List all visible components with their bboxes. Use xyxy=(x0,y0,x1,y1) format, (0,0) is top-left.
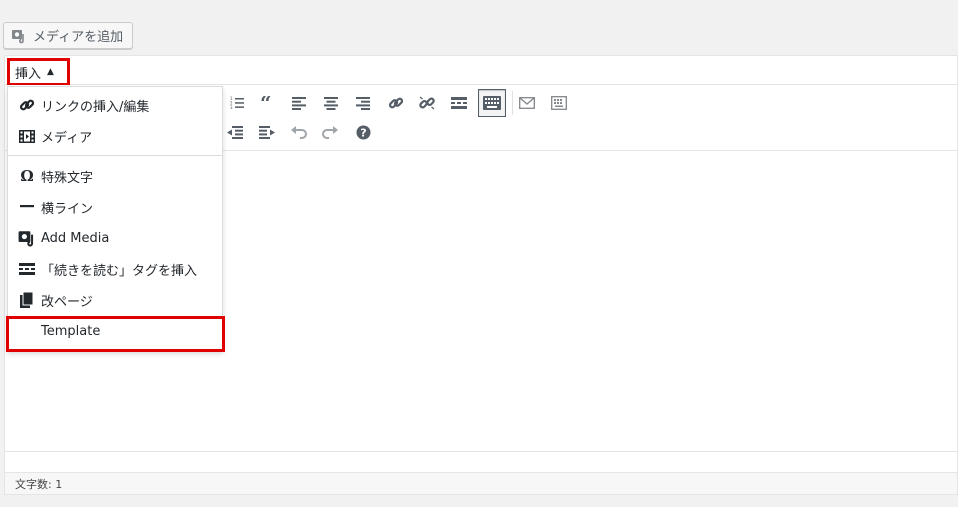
menu-item-label: 特殊文字 xyxy=(41,170,94,186)
insert-dropdown-menu: リンクの挿入/編集 メディア Ω 特殊文字 横ライン Add Media 「続き… xyxy=(7,86,223,351)
caret-up-icon: ▲ xyxy=(47,67,54,77)
menu-item-label: 改ページ xyxy=(41,294,93,310)
template-highlight-box xyxy=(6,316,225,352)
menu-item-special-char[interactable]: Ω 特殊文字 xyxy=(8,162,222,190)
link-icon xyxy=(17,97,37,113)
editor-content-bottom xyxy=(5,451,957,452)
menu-separator xyxy=(8,155,222,156)
menu-item-add-media[interactable]: Add Media xyxy=(8,224,222,252)
add-media-label: メディアを追加 xyxy=(33,30,124,45)
menu-item-read-more[interactable]: 「続きを読む」タグを挿入 xyxy=(8,255,222,283)
toolbar-toggle-icon[interactable] xyxy=(478,89,506,117)
horizontal-line-icon xyxy=(17,205,37,209)
redo-icon[interactable] xyxy=(316,118,344,146)
undo-icon[interactable] xyxy=(285,118,313,146)
menu-item-label: Add Media xyxy=(41,230,110,246)
film-icon xyxy=(17,129,37,143)
menu-item-label: 横ライン xyxy=(41,201,94,217)
email-icon[interactable] xyxy=(513,89,541,117)
align-center-icon[interactable] xyxy=(317,89,345,117)
read-more-icon xyxy=(17,263,37,275)
add-media-button[interactable]: メディアを追加 xyxy=(3,22,133,49)
editor-menubar: 挿入 ▲ xyxy=(5,56,957,86)
insert-menu-button[interactable]: 挿入 ▲ xyxy=(7,58,70,86)
svg-text:“: “ xyxy=(260,96,272,110)
menu-item-label: 「続きを読む」タグを挿入 xyxy=(41,263,198,279)
menu-item-page-break[interactable]: 改ページ xyxy=(8,286,222,314)
menu-item-label: メディア xyxy=(41,130,93,146)
add-media-icon xyxy=(17,229,37,247)
svg-text:3: 3 xyxy=(230,105,233,110)
align-right-icon[interactable] xyxy=(349,89,377,117)
svg-text:?: ? xyxy=(360,126,366,139)
help-icon[interactable]: ? xyxy=(349,118,377,146)
menu-item-media[interactable]: メディア xyxy=(8,122,222,150)
menu-item-link[interactable]: リンクの挿入/編集 xyxy=(8,91,222,119)
blockquote-icon[interactable]: “ xyxy=(254,89,282,117)
indent-icon[interactable] xyxy=(253,118,281,146)
read-more-icon[interactable] xyxy=(445,89,473,117)
word-count: 文字数: 1 xyxy=(15,477,63,491)
unlink-icon[interactable] xyxy=(413,89,441,117)
menu-item-horizontal-line[interactable]: 横ライン xyxy=(8,193,222,221)
menu-item-label: リンクの挿入/編集 xyxy=(41,99,150,115)
link-icon[interactable] xyxy=(382,89,410,117)
insert-menu-label: 挿入 xyxy=(15,66,42,82)
fullscreen-icon[interactable] xyxy=(545,89,573,117)
add-media-icon xyxy=(12,29,24,43)
outdent-icon[interactable] xyxy=(221,118,249,146)
omega-icon: Ω xyxy=(20,167,34,185)
page-break-icon xyxy=(17,292,37,308)
ordered-list-icon[interactable]: 123 xyxy=(223,89,251,117)
status-bar: 文字数: 1 xyxy=(5,472,957,494)
align-left-icon[interactable] xyxy=(285,89,313,117)
